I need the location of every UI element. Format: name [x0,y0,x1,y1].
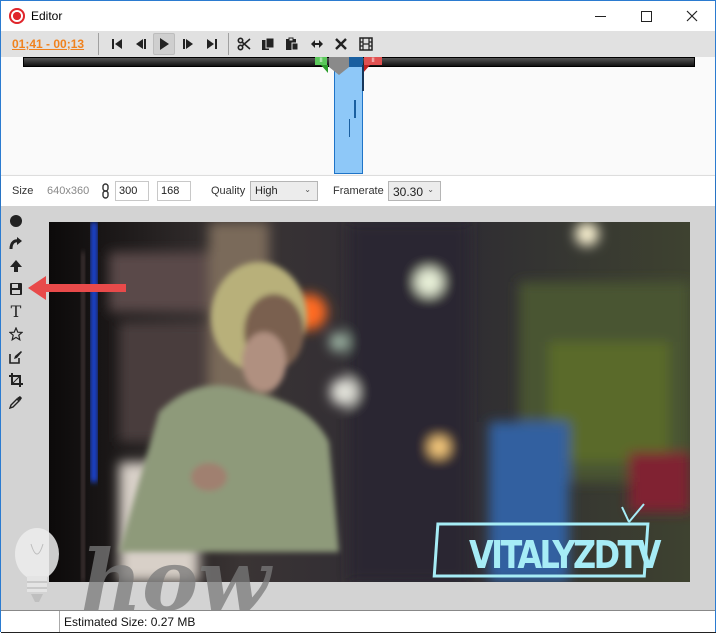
window-title: Editor [31,9,63,23]
selection-range-top [347,57,363,67]
favorite-tool[interactable] [7,325,25,343]
frame-tick [349,119,350,137]
framerate-select[interactable]: 30.30 ⌄ [388,181,441,201]
skip-to-start-button[interactable] [106,33,128,55]
editor-window: Editor 01;41 - 00;13 II II Size 640x360 … [0,0,716,633]
scissors-icon [237,37,251,51]
timecode-link[interactable]: 01;41 - 00;13 [12,37,84,51]
video-preview[interactable]: VITALYZDTV [49,222,690,582]
minimize-button[interactable] [577,1,623,31]
step-forward-icon [183,39,193,49]
frames-button[interactable] [355,33,377,55]
height-input[interactable]: 168 [157,181,191,201]
film-icon [359,37,373,51]
selection-start-handle[interactable]: II [315,57,327,65]
floppy-disk-icon [10,283,22,295]
video-watermark-text: VITALYZDTV [469,533,662,577]
title-bar: Editor [1,1,715,31]
play-icon [160,38,169,50]
chevron-down-icon: ⌄ [427,185,434,194]
eyedropper-tool[interactable] [7,393,25,411]
status-bar: Estimated Size: 0.27 MB [1,610,715,633]
play-button[interactable] [153,33,175,55]
selection-start-pointer [321,65,328,73]
toolbar-divider [228,33,229,55]
circle-icon [10,215,22,227]
frame-tick [354,100,356,118]
width-input[interactable]: 300 [115,181,149,201]
original-size: 640x360 [47,185,90,197]
playhead-handle[interactable] [329,57,349,67]
output-options-bar: Size 640x360 300 168 Quality High ⌄ Fram… [1,175,715,206]
redo-tool[interactable] [7,234,25,252]
next-frame-button[interactable] [177,33,199,55]
close-icon [686,10,698,22]
size-label: Size [12,185,34,197]
copy-icon [262,37,275,50]
cut-button[interactable] [233,33,255,55]
skip-to-end-button[interactable] [201,33,223,55]
status-divider [59,611,60,633]
quality-value: High [255,185,278,197]
crop-icon [9,373,23,387]
toolbar: 01;41 - 00;13 [1,31,715,57]
minimize-icon [594,15,606,17]
save-tool[interactable] [7,280,25,298]
up-arrow-icon [10,260,22,272]
maximize-button[interactable] [623,1,669,31]
playhead-pointer [329,67,349,75]
skip-start-icon [112,39,122,49]
previous-frame-button[interactable] [130,33,152,55]
record-tool[interactable] [7,212,25,230]
timeline[interactable]: II II [1,57,715,175]
text-t-icon: T [10,301,22,321]
red-annotation-arrow [28,276,126,300]
resize-arrows-icon [311,40,323,48]
paste-icon [286,37,299,51]
redo-arrow-icon [9,237,22,250]
upload-tool[interactable] [7,257,25,275]
quality-label: Quality [211,185,246,197]
framerate-value: 30.30 [393,185,424,199]
crop-tool[interactable] [7,371,25,389]
close-button[interactable] [669,1,715,31]
step-back-icon [136,39,146,49]
resize-button[interactable] [306,33,328,55]
selection-end-handle[interactable]: II [364,57,382,65]
copy-button[interactable] [257,33,279,55]
edit-tool[interactable] [7,348,25,366]
skip-end-icon [207,39,217,49]
quality-select[interactable]: High ⌄ [250,181,318,201]
maximize-icon [640,10,652,22]
delete-button[interactable] [330,33,352,55]
framerate-label: Framerate [333,185,384,197]
text-tool[interactable]: T [7,301,25,321]
chain-link-icon[interactable] [102,183,109,199]
star-icon [9,327,23,341]
delete-x-icon [335,38,347,50]
end-position-line [362,65,364,91]
edit-pencil-icon [9,351,22,364]
record-icon [9,8,25,24]
paste-button[interactable] [281,33,303,55]
editor-canvas-area: T VITALYZDTV how [1,206,715,614]
chevron-down-icon: ⌄ [304,185,311,194]
estimated-size: Estimated Size: 0.27 MB [64,615,196,629]
selection-end-pointer [363,65,370,73]
eyedropper-icon [9,396,22,409]
video-frame-image: VITALYZDTV [49,222,690,582]
toolbar-divider [98,33,99,55]
